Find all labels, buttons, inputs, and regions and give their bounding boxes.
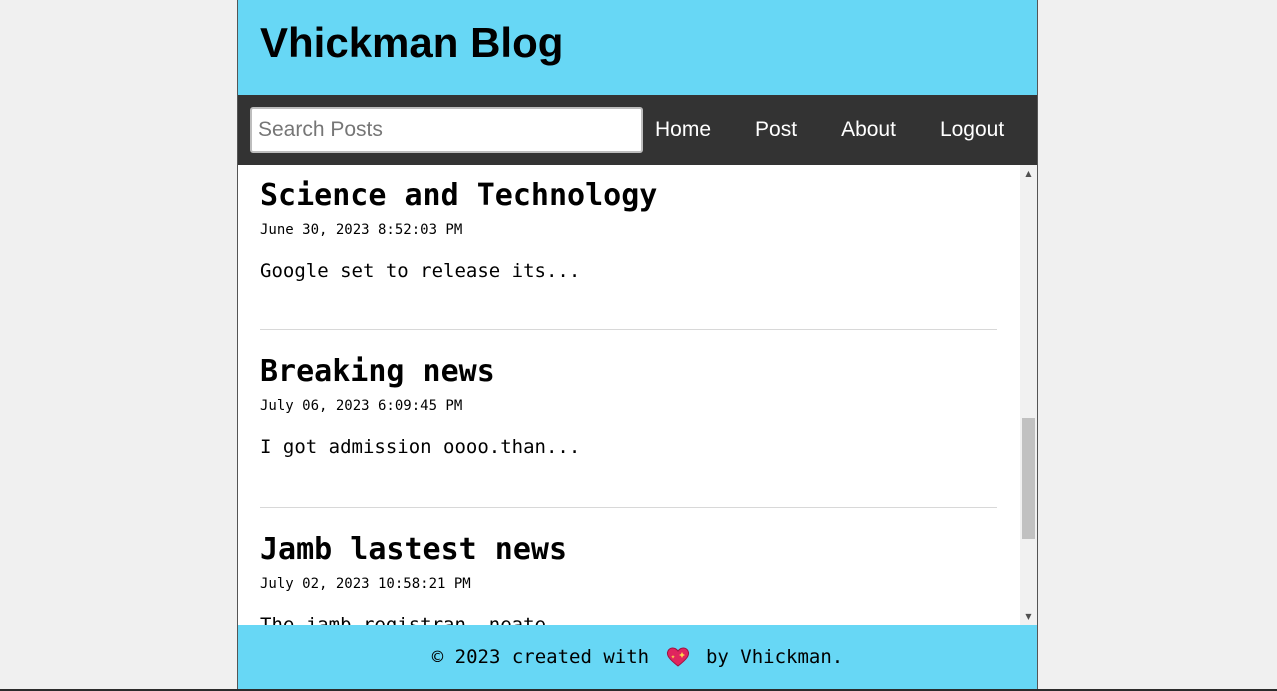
post-divider — [260, 507, 997, 508]
post-excerpt: I got admission oooo.than... — [260, 436, 581, 458]
nav-link-post[interactable]: Post — [755, 118, 797, 142]
nav-link-home[interactable]: Home — [655, 118, 711, 142]
footer-text-prefix: © 2023 created with — [431, 646, 661, 668]
search-input[interactable] — [250, 107, 643, 153]
blog-page: Vhickman Blog Home Post About Logout Sci… — [237, 0, 1038, 689]
sparkling-heart-icon — [666, 647, 689, 667]
post-date: July 02, 2023 10:58:21 PM — [260, 576, 471, 592]
site-footer: © 2023 created with by Vhickman. — [238, 625, 1037, 689]
scroll-down-arrow-icon[interactable]: ▼ — [1020, 608, 1037, 625]
post-date: July 06, 2023 6:09:45 PM — [260, 398, 463, 414]
scroll-thumb[interactable] — [1022, 418, 1035, 539]
post-excerpt: The jamb registran, neate... — [260, 614, 581, 625]
post-item[interactable]: Science and Technology June 30, 2023 8:5… — [260, 181, 997, 283]
scrollbar[interactable]: ▲ ▼ — [1020, 165, 1037, 625]
site-header: Vhickman Blog — [238, 0, 1037, 95]
nav-link-logout[interactable]: Logout — [940, 118, 1004, 142]
post-title[interactable]: Breaking news — [260, 357, 997, 387]
navbar: Home Post About Logout — [238, 95, 1037, 165]
post-title[interactable]: Jamb lastest news — [260, 535, 997, 565]
post-excerpt: Google set to release its... — [260, 260, 581, 282]
site-title: Vhickman Blog — [260, 19, 564, 66]
post-title[interactable]: Science and Technology — [260, 181, 997, 211]
post-item[interactable]: Jamb lastest news July 02, 2023 10:58:21… — [260, 535, 997, 626]
post-item[interactable]: Breaking news July 06, 2023 6:09:45 PM I… — [260, 357, 997, 459]
footer-text-suffix: by Vhickman. — [694, 646, 844, 668]
nav-link-about[interactable]: About — [841, 118, 896, 142]
posts-list[interactable]: Science and Technology June 30, 2023 8:5… — [238, 165, 1037, 625]
nav-links: Home Post About Logout — [655, 95, 1004, 165]
post-date: June 30, 2023 8:52:03 PM — [260, 222, 463, 238]
scroll-up-arrow-icon[interactable]: ▲ — [1020, 165, 1037, 182]
post-divider — [260, 329, 997, 330]
